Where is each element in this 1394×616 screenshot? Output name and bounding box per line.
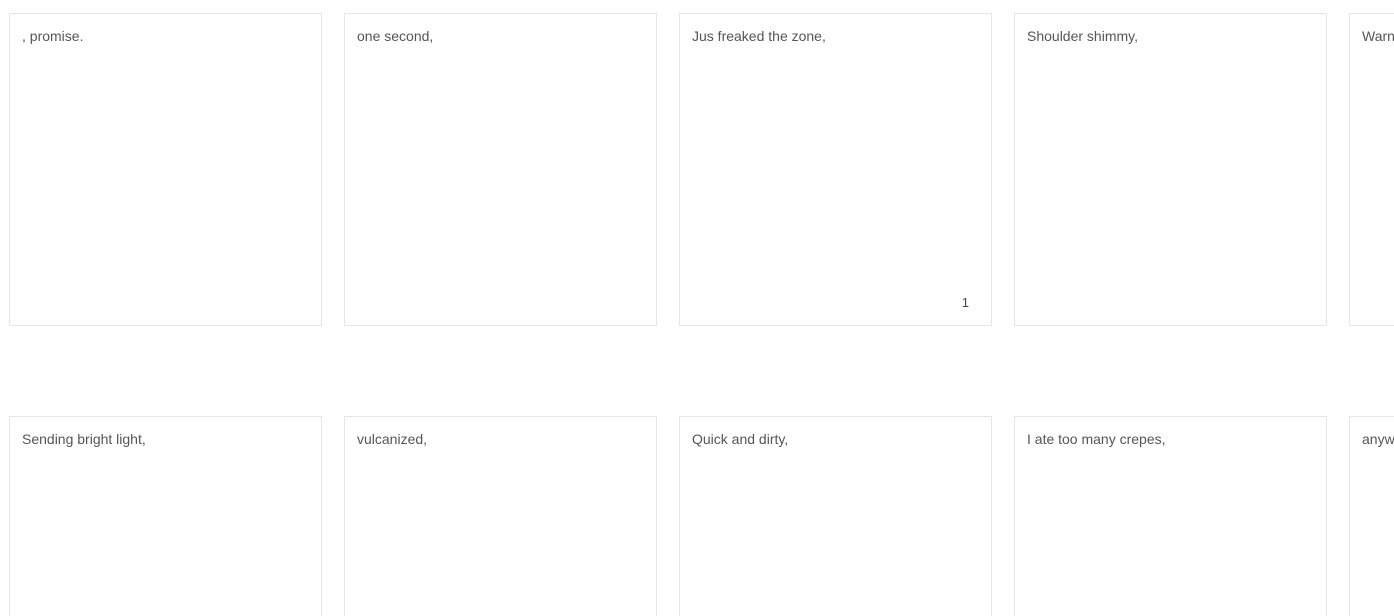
card-text: Shoulder shimmy,: [1027, 28, 1139, 44]
card[interactable]: Shoulder shimmy,: [1014, 13, 1327, 326]
card-text: one second,: [357, 28, 434, 44]
card[interactable]: Jus freaked the zone, 1: [679, 13, 992, 326]
card-text: Sending bright light,: [22, 431, 146, 447]
card[interactable]: vulcanized,: [344, 416, 657, 616]
card[interactable]: Quick and dirty,: [679, 416, 992, 616]
card[interactable]: Warn: [1349, 13, 1394, 326]
card-count: 1: [961, 295, 969, 310]
card[interactable]: one second,: [344, 13, 657, 326]
card-text: Jus freaked the zone,: [692, 28, 826, 44]
card-text: Quick and dirty,: [692, 431, 789, 447]
card-text: I ate too many crepes,: [1027, 431, 1166, 447]
card[interactable]: anyw: [1349, 416, 1394, 616]
card-text: , promise.: [22, 28, 84, 44]
card[interactable]: Sending bright light,: [9, 416, 322, 616]
card[interactable]: , promise.: [9, 13, 322, 326]
card-text: vulcanized,: [357, 431, 428, 447]
card-text: Warn: [1362, 28, 1394, 44]
card[interactable]: I ate too many crepes,: [1014, 416, 1327, 616]
card-text: anyw: [1362, 431, 1394, 447]
